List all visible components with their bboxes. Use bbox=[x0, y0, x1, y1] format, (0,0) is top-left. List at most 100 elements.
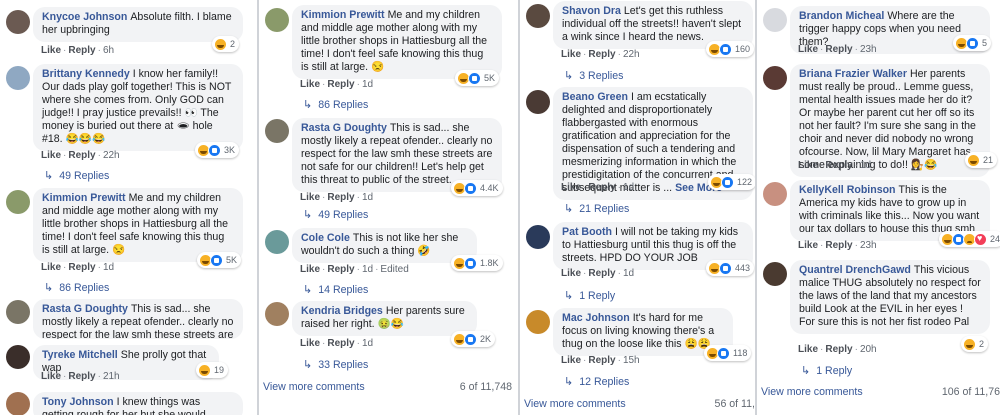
reply-link[interactable]: Reply bbox=[825, 344, 852, 355]
comment-time[interactable]: 23h bbox=[860, 44, 877, 55]
view-replies-link[interactable]: ↳ 86 Replies bbox=[303, 98, 368, 111]
view-replies-link[interactable]: ↳ 1 Reply bbox=[801, 364, 852, 377]
comment-time[interactable]: 1d bbox=[103, 262, 114, 273]
view-replies-link[interactable]: ↳ 12 Replies bbox=[564, 375, 629, 388]
comment-author[interactable]: Rasta G Doughty bbox=[301, 122, 387, 134]
comment-time[interactable]: 22h bbox=[623, 49, 640, 60]
reaction-summary[interactable]: 122 bbox=[708, 174, 755, 190]
reply-link[interactable]: Reply bbox=[327, 79, 354, 90]
comment-author[interactable]: Kimmion Prewitt bbox=[42, 192, 126, 204]
reaction-summary[interactable]: 5 bbox=[953, 35, 992, 51]
reply-link[interactable]: Reply bbox=[68, 45, 95, 56]
reply-link[interactable]: Reply bbox=[825, 160, 852, 171]
comment-time[interactable]: 20h bbox=[860, 344, 877, 355]
like-link[interactable]: Like bbox=[798, 344, 818, 355]
comment-time[interactable]: 15h bbox=[623, 355, 640, 366]
like-link[interactable]: Like bbox=[41, 150, 61, 161]
reaction-summary[interactable]: 5K bbox=[455, 70, 500, 86]
avatar[interactable] bbox=[265, 8, 289, 32]
reaction-summary[interactable]: 3K bbox=[195, 142, 240, 158]
comment-author[interactable]: Knycoe Johnson bbox=[42, 11, 127, 23]
avatar[interactable] bbox=[6, 392, 30, 415]
comment-author[interactable]: Briana Frazier Walker bbox=[799, 68, 907, 80]
comment-time[interactable]: 1d bbox=[623, 182, 634, 193]
like-link[interactable]: Like bbox=[798, 240, 818, 251]
view-more-comments-link[interactable]: View more comments bbox=[761, 386, 863, 398]
comment-author[interactable]: Tony Johnson bbox=[42, 396, 114, 408]
like-link[interactable]: Like bbox=[300, 338, 320, 349]
like-link[interactable]: Like bbox=[561, 49, 581, 60]
reaction-summary[interactable]: 19 bbox=[196, 362, 229, 378]
comment-author[interactable]: Brittany Kennedy bbox=[42, 68, 130, 80]
avatar[interactable] bbox=[526, 90, 550, 114]
comment-author[interactable]: Pat Booth bbox=[562, 226, 612, 238]
view-replies-link[interactable]: ↳ 21 Replies bbox=[564, 202, 629, 215]
comment-time[interactable]: 1d bbox=[860, 160, 871, 171]
reply-link[interactable]: Reply bbox=[825, 44, 852, 55]
avatar[interactable] bbox=[526, 4, 550, 28]
avatar[interactable] bbox=[763, 182, 787, 206]
view-replies-link[interactable]: ↳ 1 Reply bbox=[564, 289, 615, 302]
reply-link[interactable]: Reply bbox=[825, 240, 852, 251]
avatar[interactable] bbox=[6, 190, 30, 214]
reply-link[interactable]: Reply bbox=[327, 264, 354, 275]
comment-time[interactable]: 1d bbox=[362, 264, 373, 275]
like-link[interactable]: Like bbox=[41, 262, 61, 273]
comment-time[interactable]: 6h bbox=[103, 45, 114, 56]
comment-author[interactable]: Cole Cole bbox=[301, 232, 350, 244]
like-link[interactable]: Like bbox=[300, 264, 320, 275]
reaction-summary[interactable]: 2 bbox=[961, 336, 989, 352]
avatar[interactable] bbox=[6, 345, 30, 369]
reply-link[interactable]: Reply bbox=[327, 192, 354, 203]
like-link[interactable]: Like bbox=[561, 355, 581, 366]
reaction-summary[interactable]: 443 bbox=[706, 260, 755, 276]
view-replies-link[interactable]: ↳ 86 Replies bbox=[44, 281, 109, 294]
reply-link[interactable]: Reply bbox=[68, 262, 95, 273]
avatar[interactable] bbox=[763, 66, 787, 90]
comment-author[interactable]: Tyreke Mitchell bbox=[42, 349, 118, 361]
reply-link[interactable]: Reply bbox=[588, 355, 615, 366]
view-replies-link[interactable]: ↳ 33 Replies bbox=[303, 358, 368, 371]
avatar[interactable] bbox=[763, 8, 787, 32]
reaction-summary[interactable]: 2 bbox=[212, 36, 240, 52]
reply-link[interactable]: Reply bbox=[588, 49, 615, 60]
comment-time[interactable]: 23h bbox=[860, 240, 877, 251]
like-link[interactable]: Like bbox=[561, 182, 581, 193]
comment-author[interactable]: KellyKell Robinson bbox=[799, 184, 896, 196]
avatar[interactable] bbox=[526, 225, 550, 249]
like-link[interactable]: Like bbox=[41, 371, 61, 382]
like-link[interactable]: Like bbox=[798, 44, 818, 55]
avatar[interactable] bbox=[265, 119, 289, 143]
edited-label[interactable]: Edited bbox=[380, 264, 408, 275]
comment-author[interactable]: Brandon Micheal bbox=[799, 10, 884, 22]
reply-link[interactable]: Reply bbox=[588, 182, 615, 193]
reply-link[interactable]: Reply bbox=[68, 150, 95, 161]
comment-time[interactable]: 1d bbox=[362, 338, 373, 349]
like-link[interactable]: Like bbox=[561, 268, 581, 279]
reaction-summary[interactable]: 160 bbox=[706, 41, 755, 57]
like-link[interactable]: Like bbox=[798, 160, 818, 171]
like-link[interactable]: Like bbox=[300, 79, 320, 90]
avatar[interactable] bbox=[763, 262, 787, 286]
view-more-comments-link[interactable]: View more comments bbox=[263, 381, 365, 393]
reaction-summary[interactable]: 4.4K bbox=[451, 180, 503, 196]
comment-time[interactable]: 1d bbox=[362, 192, 373, 203]
reply-link[interactable]: Reply bbox=[588, 268, 615, 279]
comment-time[interactable]: 1d bbox=[362, 79, 373, 90]
view-replies-link[interactable]: ↳ 49 Replies bbox=[303, 208, 368, 221]
reaction-summary[interactable]: 118 bbox=[704, 345, 752, 361]
view-replies-link[interactable]: ↳ 14 Replies bbox=[303, 283, 368, 296]
comment-author[interactable]: Kendria Bridges bbox=[301, 305, 383, 317]
comment-author[interactable]: Shavon Dra bbox=[562, 5, 621, 17]
avatar[interactable] bbox=[265, 302, 289, 326]
reaction-summary[interactable]: 24 bbox=[939, 231, 1000, 247]
like-link[interactable]: Like bbox=[300, 192, 320, 203]
reaction-summary[interactable]: 1.8K bbox=[451, 255, 503, 271]
avatar[interactable] bbox=[526, 310, 550, 334]
view-more-comments-link[interactable]: View more comments bbox=[524, 398, 626, 410]
avatar[interactable] bbox=[6, 10, 30, 34]
comment-author[interactable]: Mac Johnson bbox=[562, 312, 630, 324]
comment-author[interactable]: Kimmion Prewitt bbox=[301, 9, 385, 21]
view-replies-link[interactable]: ↳ 3 Replies bbox=[564, 69, 623, 82]
comment-author[interactable]: Beano Green bbox=[562, 91, 628, 103]
